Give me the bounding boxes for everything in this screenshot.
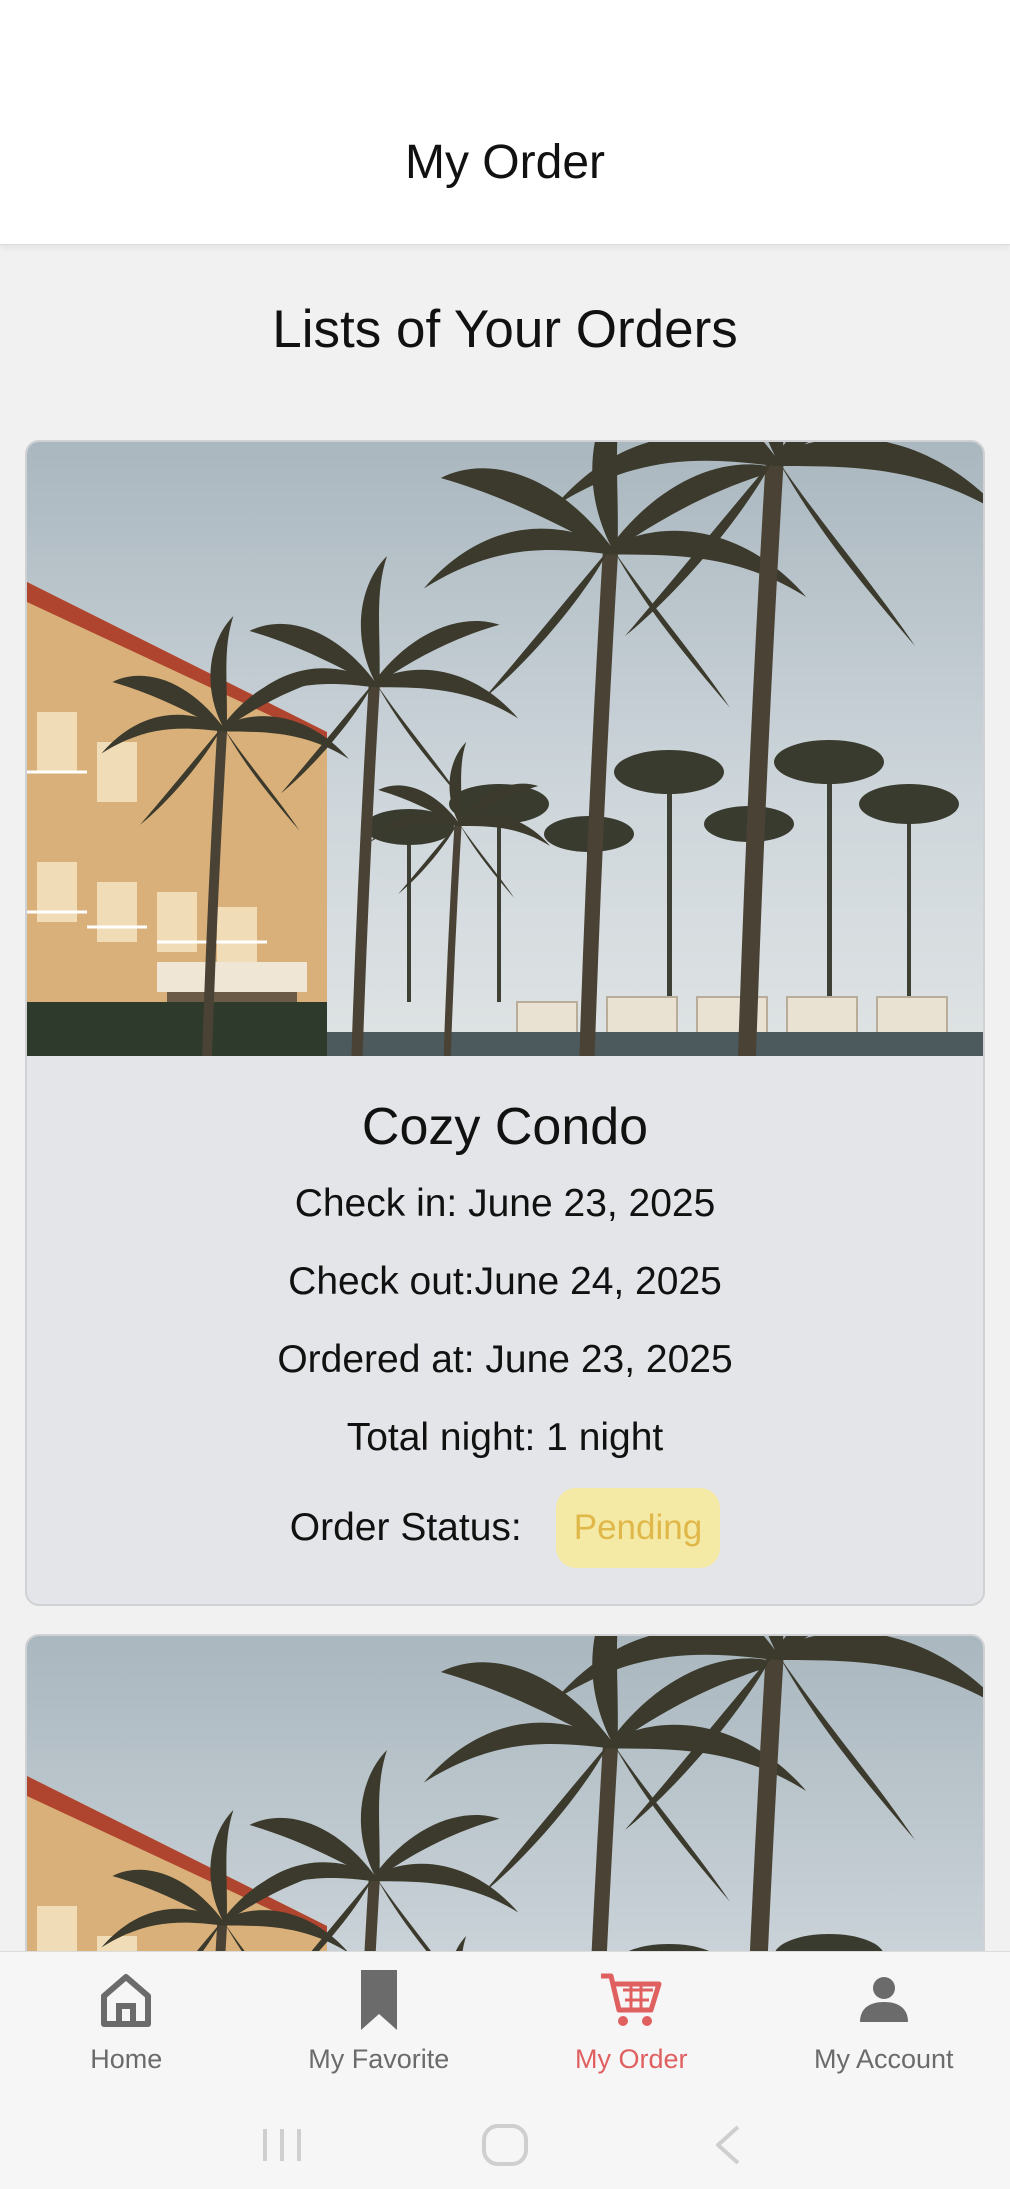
app-header: My Order [0, 0, 1010, 245]
order-card[interactable] [25, 1634, 985, 1951]
order-status-label: Order Status: [289, 1506, 522, 1549]
orders-list-title: Lists of Your Orders [272, 300, 738, 359]
nav-my-account-label: My Account [813, 2044, 954, 2074]
nav-home[interactable]: Home [0, 1952, 253, 2101]
status-badge: Pending [555, 1488, 721, 1568]
check-out-date: Check out:June 24, 2025 [288, 1260, 722, 1303]
cart-icon [599, 1968, 663, 2032]
orders-content[interactable]: Lists of Your Orders Cozy Condo Check in… [0, 245, 1010, 1951]
nav-home-label: Home [90, 2044, 163, 2074]
check-in-date: Check in: June 23, 2025 [294, 1182, 716, 1225]
nav-my-favorite[interactable]: My Favorite [253, 1952, 506, 2101]
nav-my-order-label: My Order [574, 2044, 688, 2074]
total-night: Total night: 1 night [346, 1416, 664, 1459]
system-navigation-bar [0, 2101, 1010, 2189]
nav-my-account[interactable]: My Account [758, 1952, 1010, 2101]
person-icon [852, 1968, 916, 2032]
property-image [27, 1636, 983, 1951]
page-title: My Order [404, 135, 605, 189]
nav-my-favorite-label: My Favorite [308, 2044, 450, 2074]
property-image [27, 442, 983, 1056]
resort-palm-trees-photo [27, 442, 983, 1056]
ordered-at-date: Ordered at: June 23, 2025 [277, 1338, 733, 1381]
resort-palm-trees-photo [27, 1636, 983, 1951]
bottom-navigation: Home My Favorite My Order My Account [0, 1951, 1010, 2101]
nav-my-order[interactable]: My Order [505, 1952, 758, 2101]
back-icon[interactable] [698, 2115, 758, 2175]
bookmark-icon [347, 1968, 411, 2032]
order-card[interactable]: Cozy Condo Check in: June 23, 2025 Check… [25, 440, 985, 1606]
recent-apps-icon[interactable] [252, 2115, 312, 2175]
home-icon [94, 1968, 158, 2032]
order-details: Cozy Condo Check in: June 23, 2025 Check… [27, 1056, 983, 1568]
home-button-icon[interactable] [475, 2115, 535, 2175]
order-status-row: Order Status: Pending [27, 1488, 983, 1568]
property-name: Cozy Condo [361, 1098, 649, 1156]
